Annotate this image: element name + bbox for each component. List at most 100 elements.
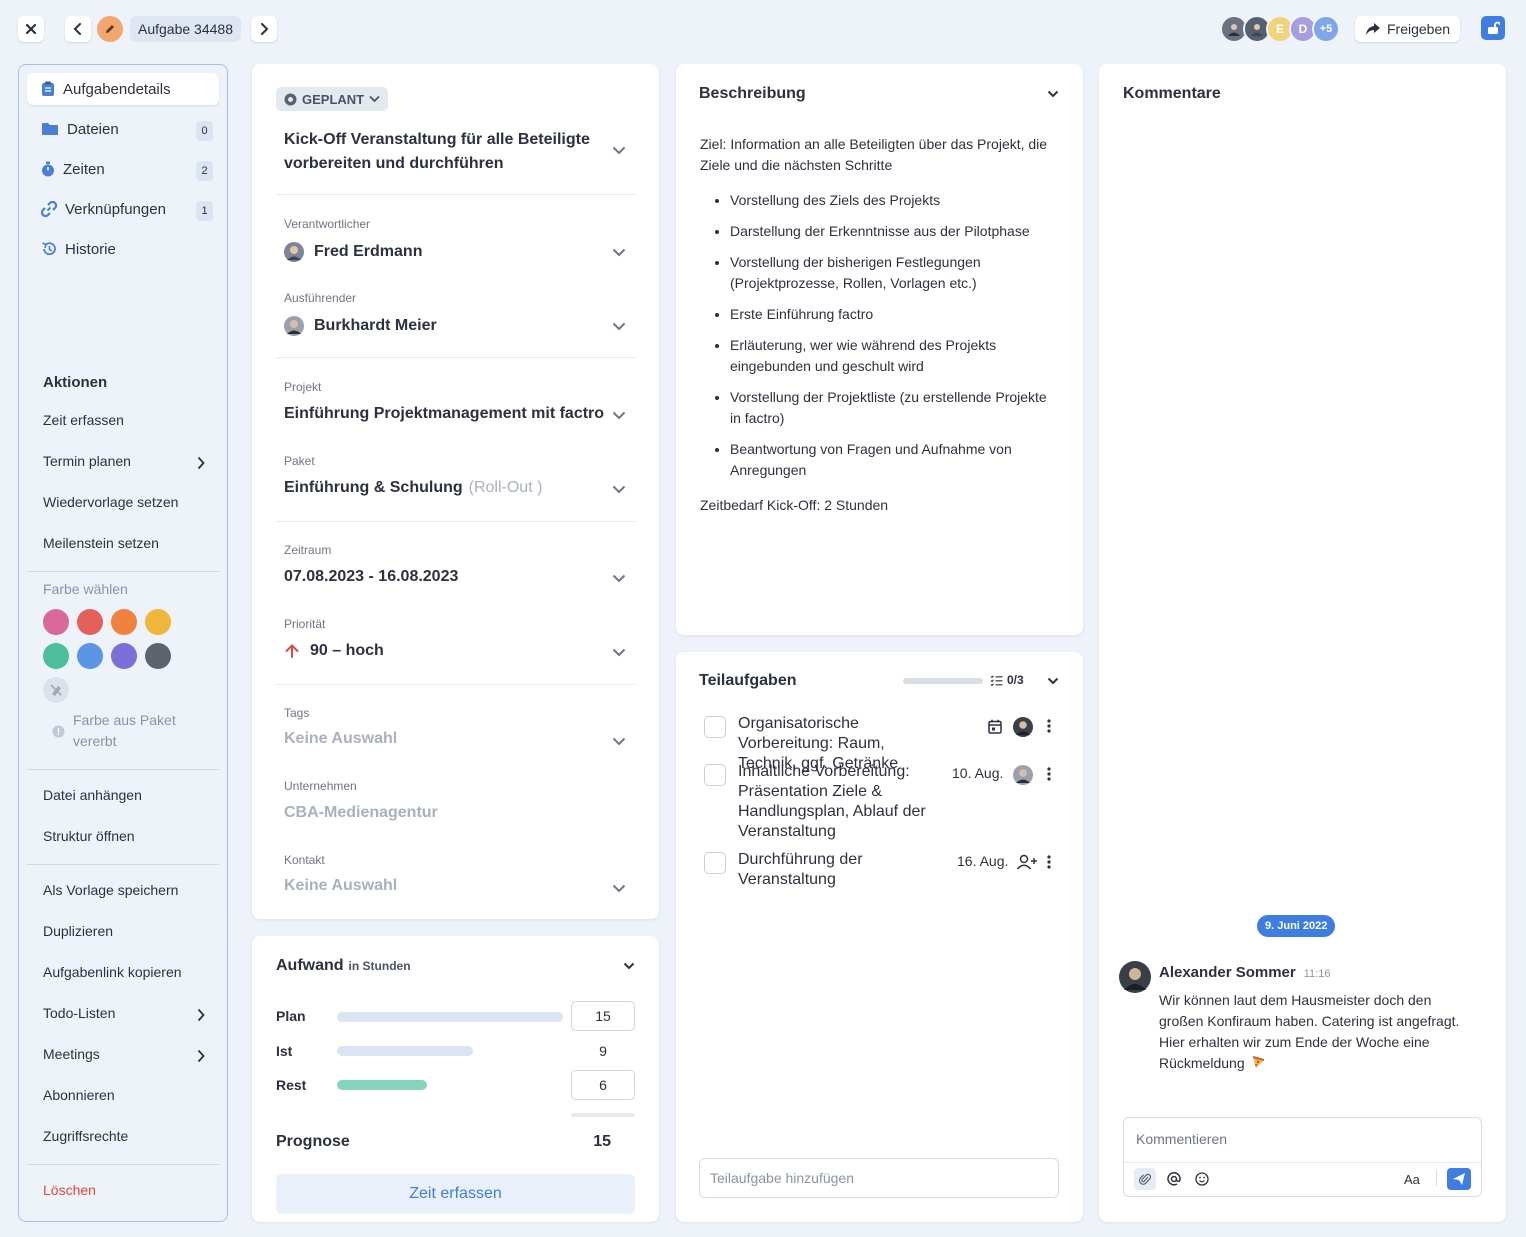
chevron-down-icon[interactable] <box>612 574 626 583</box>
chevron-right-icon <box>261 23 269 35</box>
comment-composer: Kommentieren Aa <box>1123 1117 1482 1197</box>
share-arrow-icon <box>1366 23 1380 35</box>
contact-field[interactable]: Keine Auswahl <box>284 877 397 895</box>
comment-input[interactable]: Kommentieren <box>1136 1131 1227 1147</box>
status-dropdown[interactable]: GEPLANT <box>276 87 389 111</box>
subtask-text[interactable]: Inhaltliche Vorbereitung: Präsentation Z… <box>738 762 938 842</box>
participant-avatars[interactable]: E D +5 <box>1220 15 1340 43</box>
close-button[interactable] <box>18 16 44 42</box>
field-label: Zeitraum <box>284 543 332 557</box>
color-swatch[interactable] <box>111 609 137 635</box>
action-termin-planen[interactable]: Termin planen <box>43 453 213 469</box>
status-dot-icon <box>284 93 297 105</box>
action-todo-listen[interactable]: Todo-Listen <box>43 1005 115 1021</box>
share-button[interactable]: Freigeben <box>1355 16 1461 42</box>
calendar-icon[interactable] <box>988 719 1002 734</box>
chevron-down-icon[interactable] <box>612 322 626 331</box>
effort-bar-rest <box>337 1080 563 1090</box>
tags-field[interactable]: Keine Auswahl <box>284 730 397 748</box>
task-title[interactable]: Kick-Off Veranstaltung für alle Beteilig… <box>284 128 594 176</box>
previous-task-button[interactable] <box>65 16 91 42</box>
mention-icon[interactable] <box>1167 1172 1181 1186</box>
rest-hours-input[interactable]: 6 <box>571 1070 635 1100</box>
color-swatch[interactable] <box>111 643 137 669</box>
add-subtask-input[interactable]: Teilaufgabe hinzufügen <box>699 1158 1059 1198</box>
more-options-icon[interactable] <box>1047 719 1051 733</box>
divider <box>27 864 219 865</box>
action-datei-anhaengen[interactable]: Datei anhängen <box>43 787 142 803</box>
action-struktur-oeffnen[interactable]: Struktur öffnen <box>43 828 135 844</box>
top-bar: Aufgabe 34488 E D +5 Freigeben <box>0 0 1526 58</box>
action-duplizieren[interactable]: Duplizieren <box>43 923 113 939</box>
subtask-checkbox[interactable] <box>704 716 726 738</box>
chevron-down-icon[interactable] <box>612 485 626 494</box>
chevron-down-icon[interactable] <box>612 146 626 155</box>
subtask-date[interactable]: 16. Aug. <box>957 853 1008 869</box>
more-options-icon[interactable] <box>1047 855 1051 869</box>
date-chip: 9. Juni 2022 <box>1257 915 1336 937</box>
lock-button[interactable] <box>1481 16 1505 40</box>
actual-hours: 9 <box>599 1043 607 1059</box>
person-icon <box>1251 24 1263 36</box>
nav-item-zeiten[interactable]: Zeiten 2 <box>27 153 219 185</box>
format-text-button[interactable]: Aa <box>1404 1172 1420 1187</box>
chevron-down-icon <box>369 95 380 103</box>
chevron-right-icon <box>197 456 205 470</box>
delete-button[interactable]: Löschen <box>43 1182 96 1198</box>
subtask-checkbox[interactable] <box>704 764 726 786</box>
nav-item-aufgabendetails[interactable]: Aufgabendetails <box>27 73 219 105</box>
nav-label: Verknüpfungen <box>65 200 166 218</box>
action-link-kopieren[interactable]: Aufgabenlink kopieren <box>43 964 182 980</box>
subtask-date[interactable]: 10. Aug. <box>952 765 1003 781</box>
priority-field[interactable]: 90 – hoch <box>284 642 384 660</box>
divider <box>1436 1170 1437 1186</box>
responsible-field[interactable]: Fred Erdmann <box>284 242 422 262</box>
chevron-down-icon[interactable] <box>612 884 626 893</box>
send-button[interactable] <box>1447 1168 1471 1190</box>
action-abonnieren[interactable]: Abonnieren <box>43 1087 115 1103</box>
action-zeit-erfassen[interactable]: Zeit erfassen <box>43 412 124 428</box>
comment-author[interactable]: Alexander Sommer <box>1159 964 1296 981</box>
description-body[interactable]: Ziel: Information an alle Beteiligten üb… <box>700 134 1050 516</box>
avatar[interactable] <box>1013 717 1033 737</box>
nav-item-historie[interactable]: Historie <box>27 233 219 265</box>
log-time-button[interactable]: Zeit erfassen <box>276 1174 635 1214</box>
emoji-icon[interactable] <box>1195 1172 1209 1186</box>
next-task-button[interactable] <box>251 16 277 42</box>
list-item: Erläuterung, wer wie während des Projekt… <box>730 335 1050 377</box>
color-swatch[interactable] <box>77 643 103 669</box>
executor-field[interactable]: Burkhardt Meier <box>284 316 437 336</box>
more-avatars-count[interactable]: +5 <box>1312 15 1340 43</box>
action-vorlage-speichern[interactable]: Als Vorlage speichern <box>43 882 178 898</box>
color-swatch[interactable] <box>43 643 69 669</box>
avatar[interactable] <box>1013 765 1033 785</box>
chevron-down-icon[interactable] <box>612 248 626 257</box>
more-options-icon[interactable] <box>1047 767 1051 781</box>
plan-hours-input[interactable]: 15 <box>571 1001 635 1031</box>
color-swatch[interactable] <box>145 609 171 635</box>
edit-button[interactable] <box>97 16 123 42</box>
action-wiedervorlage[interactable]: Wiedervorlage setzen <box>43 494 178 510</box>
date-range-field[interactable]: 07.08.2023 - 16.08.2023 <box>284 568 458 586</box>
package-field[interactable]: Einführung & Schulung (Roll-Out ) <box>284 479 542 497</box>
nav-item-dateien[interactable]: Dateien 0 <box>27 113 219 145</box>
nav-item-verknuepfungen[interactable]: Verknüpfungen 1 <box>27 193 219 225</box>
action-zugriffsrechte[interactable]: Zugriffsrechte <box>43 1128 128 1144</box>
action-meetings[interactable]: Meetings <box>43 1046 100 1062</box>
action-meilenstein[interactable]: Meilenstein setzen <box>43 535 159 551</box>
color-swatch[interactable] <box>77 609 103 635</box>
color-swatch[interactable] <box>43 609 69 635</box>
color-swatch[interactable] <box>145 643 171 669</box>
chevron-down-icon[interactable] <box>612 737 626 746</box>
chevron-down-icon[interactable] <box>612 411 626 420</box>
no-color-button[interactable] <box>43 677 69 703</box>
chevron-down-icon[interactable] <box>623 962 635 970</box>
chevron-down-icon[interactable] <box>612 648 626 657</box>
project-field[interactable]: Einführung Projektmanagement mit factro <box>284 405 604 423</box>
attach-button[interactable] <box>1134 1168 1156 1190</box>
chevron-down-icon[interactable] <box>1047 677 1059 685</box>
chevron-down-icon[interactable] <box>1047 90 1059 98</box>
subtask-checkbox[interactable] <box>704 852 726 874</box>
subtask-text[interactable]: Durchführung der Veranstaltung <box>738 850 938 890</box>
add-person-icon[interactable] <box>1016 854 1038 870</box>
